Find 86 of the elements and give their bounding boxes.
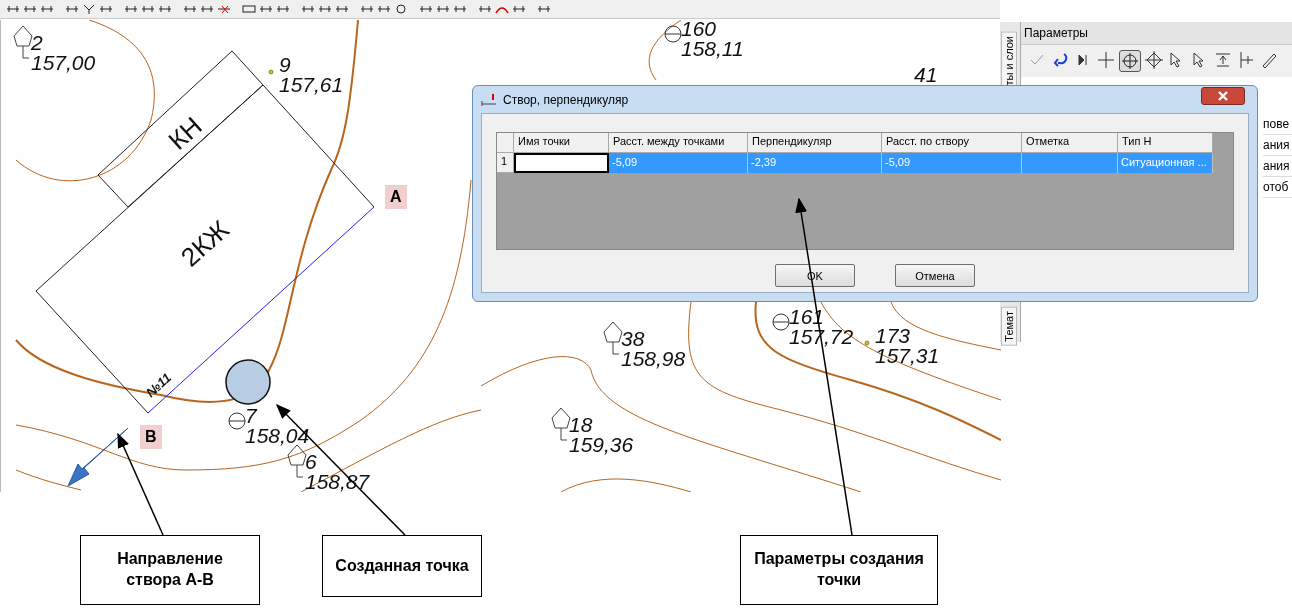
line-tool-icon[interactable] bbox=[419, 3, 433, 15]
point-elevation: 157,00 bbox=[31, 51, 96, 74]
point-marker-label: B bbox=[140, 425, 162, 449]
point-elevation: 158,11 bbox=[681, 37, 744, 60]
table-cell: Ситуационная ... bbox=[1118, 153, 1213, 173]
manhole-icon bbox=[772, 313, 790, 331]
dialog-title: Створ, перпендикуляр bbox=[503, 92, 629, 107]
column-header: Отметка bbox=[1022, 133, 1118, 153]
column-header: Расст. по створу bbox=[882, 133, 1022, 153]
line-tool-icon[interactable] bbox=[40, 3, 54, 15]
point-number: 38 bbox=[621, 327, 645, 350]
fork-tool-icon[interactable] bbox=[82, 3, 96, 15]
parameter-row-text: ания bbox=[1263, 156, 1292, 177]
tree-icon bbox=[287, 444, 307, 478]
table-cell: -2,39 bbox=[748, 153, 882, 173]
manhole-icon bbox=[228, 412, 246, 430]
row-number: 1 bbox=[497, 153, 514, 173]
line-tool-icon[interactable] bbox=[478, 3, 492, 15]
parameter-row-text: ания bbox=[1263, 135, 1292, 156]
diamond-tool-icon[interactable] bbox=[1144, 50, 1164, 70]
line-tool-icon[interactable] bbox=[99, 3, 113, 15]
line-tool-icon[interactable] bbox=[301, 3, 315, 15]
tree-icon bbox=[603, 321, 623, 355]
table-cell: -5,09 bbox=[609, 153, 748, 173]
line-tool-icon[interactable] bbox=[200, 3, 214, 15]
point-number: 7 bbox=[245, 404, 257, 427]
point-elevation: 158,04 bbox=[245, 424, 310, 447]
parameter-row-text: отоб bbox=[1263, 177, 1292, 198]
table-row[interactable]: 1 -5,09 -2,39 -5,09 Ситуационная ... bbox=[497, 153, 1233, 173]
point-number: 160 bbox=[681, 20, 717, 40]
column-header: Имя точки bbox=[514, 133, 609, 153]
point-elevation: 157,61 bbox=[279, 73, 344, 96]
callout-text: Созданная точка bbox=[322, 535, 482, 597]
rect-tool-icon[interactable] bbox=[242, 3, 256, 15]
line-tool-icon[interactable] bbox=[23, 3, 37, 15]
manhole-icon bbox=[664, 25, 682, 43]
cross-tool-icon[interactable] bbox=[217, 3, 231, 15]
point-dot-icon bbox=[268, 69, 274, 75]
point-number: 173 bbox=[875, 324, 911, 347]
line-tool-icon[interactable] bbox=[512, 3, 526, 15]
tree-icon bbox=[551, 407, 571, 441]
circle-tool-icon[interactable] bbox=[394, 3, 408, 15]
close-icon bbox=[1217, 91, 1229, 101]
building-label: КН bbox=[162, 110, 208, 156]
side-tab[interactable]: Темат bbox=[1001, 307, 1017, 346]
line-tool-icon[interactable] bbox=[65, 3, 79, 15]
line-tool-icon[interactable] bbox=[436, 3, 450, 15]
point-elevation: 159,36 bbox=[569, 433, 634, 456]
cancel-button[interactable]: Отмена bbox=[895, 264, 975, 287]
target-tool-icon[interactable] bbox=[1119, 50, 1141, 72]
column-header: Тип Н bbox=[1118, 133, 1213, 153]
point-dot-icon bbox=[864, 340, 870, 346]
line-tool-icon[interactable] bbox=[335, 3, 349, 15]
column-header: Перпендикуляр bbox=[748, 133, 882, 153]
point-number: 2 bbox=[31, 31, 43, 54]
point-number: 6 bbox=[305, 450, 317, 473]
line-tool-icon[interactable] bbox=[259, 3, 273, 15]
point-marker-label: A bbox=[385, 185, 407, 209]
line-tool-icon[interactable] bbox=[377, 3, 391, 15]
point-number: 18 bbox=[569, 413, 593, 436]
line-tool-icon[interactable] bbox=[318, 3, 332, 15]
close-button[interactable] bbox=[1201, 87, 1245, 105]
created-point-marker bbox=[225, 359, 271, 405]
callout-text: Параметры создания точки bbox=[740, 535, 938, 605]
line-tool-icon[interactable] bbox=[6, 3, 20, 15]
line-point-icon bbox=[481, 92, 497, 107]
line-tool-icon[interactable] bbox=[537, 3, 551, 15]
line-tool-icon[interactable] bbox=[124, 3, 138, 15]
line-tool-icon[interactable] bbox=[183, 3, 197, 15]
column-header: Расст. между точками bbox=[609, 133, 748, 153]
line-tool-icon[interactable] bbox=[453, 3, 467, 15]
point-number: 41 bbox=[914, 63, 938, 86]
line-tool-icon[interactable] bbox=[276, 3, 290, 15]
direction-arrow bbox=[67, 427, 129, 487]
tree-icon bbox=[13, 25, 33, 59]
line-tool-icon[interactable] bbox=[141, 3, 155, 15]
line-tool-icon[interactable] bbox=[158, 3, 172, 15]
table-cell: -5,09 bbox=[882, 153, 1022, 173]
input-field[interactable] bbox=[514, 153, 609, 173]
line-tool-icon[interactable] bbox=[360, 3, 374, 15]
point-number: 9 bbox=[279, 53, 291, 76]
point-elevation: 158,98 bbox=[621, 347, 686, 370]
parameter-row-text: пове bbox=[1263, 114, 1292, 135]
callout-text: Направление створа А-В bbox=[80, 535, 260, 605]
node-tool-icon[interactable] bbox=[1213, 50, 1233, 70]
panel-title: Параметры bbox=[1021, 22, 1292, 45]
